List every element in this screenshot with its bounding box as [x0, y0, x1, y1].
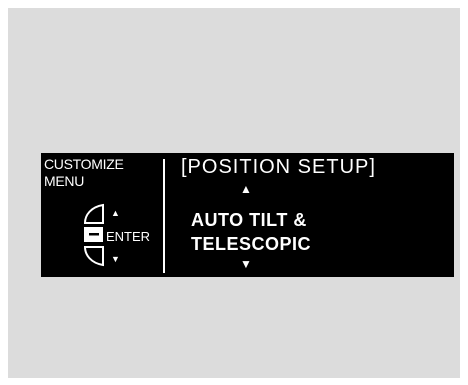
multi-information-display: CUSTOMIZE MENU ▲ ENTER ▼ [POSITION SETUP…	[41, 153, 454, 277]
scroll-down-arrow-icon: ▼	[240, 257, 252, 271]
menu-option-line1[interactable]: AUTO TILT &	[191, 209, 307, 231]
customize-label-line2: MENU	[44, 173, 85, 189]
dial-up-segment-icon	[83, 203, 104, 224]
menu-option-line2[interactable]: TELESCOPIC	[191, 233, 311, 255]
dial-up-arrow-icon: ▲	[111, 208, 120, 218]
dial-down-segment-icon	[83, 246, 104, 267]
screen-title: [POSITION SETUP]	[181, 156, 376, 178]
figure-frame: CUSTOMIZE MENU ▲ ENTER ▼ [POSITION SETUP…	[8, 8, 460, 378]
dial-down-arrow-icon: ▼	[111, 254, 120, 264]
enter-label: ENTER	[106, 229, 151, 244]
customize-label-line1: CUSTOMIZE	[44, 156, 124, 172]
scroll-up-arrow-icon: ▲	[240, 182, 252, 196]
selector-dial-icon[interactable]	[81, 203, 105, 267]
customize-menu-label: CUSTOMIZE MENU	[44, 156, 162, 190]
display-divider	[163, 159, 165, 273]
